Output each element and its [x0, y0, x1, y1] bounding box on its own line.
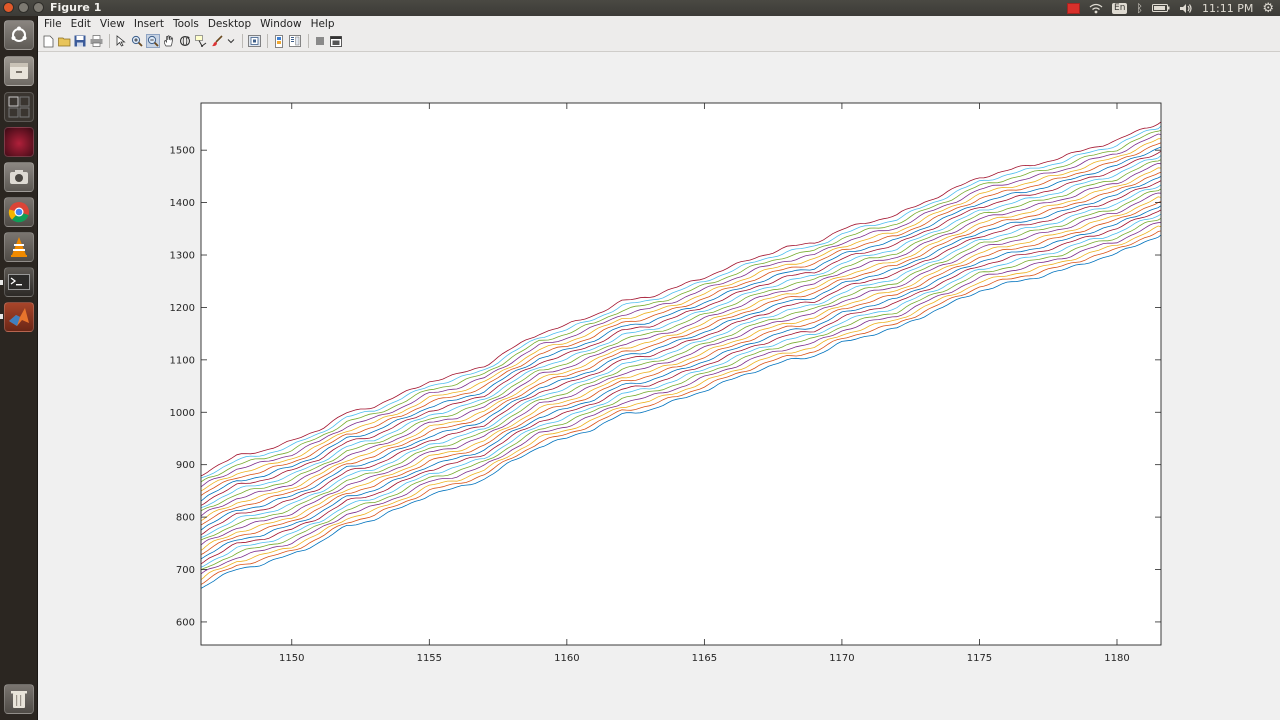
clock[interactable]: 11:11 PM — [1202, 2, 1253, 15]
minimize-window-button[interactable] — [18, 2, 29, 13]
menu-desktop[interactable]: Desktop — [208, 18, 251, 30]
indicator-area: En ᛒ 11:11 PM ⚙ — [1067, 0, 1274, 16]
record-icon[interactable] — [1067, 2, 1081, 14]
menu-file[interactable]: File — [44, 18, 62, 30]
maximize-window-button[interactable] — [33, 2, 44, 13]
image-viewer-icon[interactable] — [4, 127, 34, 157]
y-tick-label: 700 — [176, 565, 195, 576]
close-window-button[interactable] — [3, 2, 14, 13]
y-tick-label: 900 — [176, 460, 195, 471]
x-tick-label: 1155 — [417, 653, 442, 664]
menu-insert[interactable]: Insert — [134, 18, 164, 30]
figure-canvas[interactable]: 1150 1155 1160 1165 1170 1175 1180 600 700 800 90… — [38, 52, 1280, 716]
dock-figure-icon[interactable] — [329, 34, 343, 48]
open-file-icon[interactable] — [57, 34, 71, 48]
volume-icon[interactable] — [1179, 3, 1193, 14]
y-tick-label: 800 — [176, 513, 195, 524]
toolbar-separator — [242, 34, 243, 48]
line-plot[interactable]: 1150 1155 1160 1165 1170 1175 1180 600 700 800 90… — [38, 52, 1280, 716]
x-tick-label: 1180 — [1104, 653, 1129, 664]
legend-icon[interactable] — [272, 34, 286, 48]
x-tick-label: 1150 — [279, 653, 304, 664]
window-title: Figure 1 — [50, 1, 102, 14]
pan-icon[interactable] — [162, 34, 176, 48]
zoom-in-icon[interactable] — [130, 34, 144, 48]
link-plot-icon[interactable] — [226, 34, 236, 48]
y-tick-label: 600 — [176, 617, 195, 628]
battery-icon[interactable] — [1152, 3, 1170, 13]
screenshot-icon[interactable] — [4, 162, 34, 192]
menu-tools[interactable]: Tools — [173, 18, 199, 30]
menu-edit[interactable]: Edit — [71, 18, 91, 30]
file-manager-icon[interactable] — [4, 56, 34, 86]
matlab-icon[interactable] — [4, 302, 34, 332]
y-tick-label: 1500 — [170, 146, 195, 157]
figure-toolbar — [38, 31, 1280, 52]
y-tick-label: 1200 — [170, 303, 195, 314]
y-tick-label: 1300 — [170, 251, 195, 262]
data-cursor-icon[interactable] — [194, 34, 208, 48]
window-controls — [3, 2, 44, 13]
x-tick-label: 1175 — [967, 653, 992, 664]
terminal-icon[interactable] — [4, 267, 34, 297]
show-plot-tools-icon[interactable] — [313, 34, 327, 48]
axes-background[interactable] — [201, 103, 1161, 645]
trash-icon[interactable] — [4, 684, 34, 714]
menu-bar: File Edit View Insert Tools Desktop Wind… — [38, 16, 1280, 31]
zoom-out-icon[interactable] — [146, 34, 160, 48]
menu-view[interactable]: View — [100, 18, 125, 30]
hide-plot-tools-icon[interactable] — [288, 34, 302, 48]
toolbar-separator — [267, 34, 268, 48]
brush-icon[interactable] — [210, 34, 224, 48]
menu-help[interactable]: Help — [311, 18, 335, 30]
keyboard-language-indicator[interactable]: En — [1112, 2, 1128, 14]
y-tick-label: 1000 — [170, 408, 195, 419]
vlc-icon[interactable] — [4, 232, 34, 262]
toolbar-separator — [308, 34, 309, 48]
y-tick-label: 1400 — [170, 198, 195, 209]
bluetooth-icon[interactable]: ᛒ — [1136, 2, 1143, 15]
launcher — [0, 16, 38, 720]
toolbar-separator — [109, 34, 110, 48]
x-tick-label: 1170 — [829, 653, 854, 664]
save-icon[interactable] — [73, 34, 87, 48]
new-figure-icon[interactable] — [41, 34, 55, 48]
colorbar-icon[interactable] — [247, 34, 261, 48]
x-tick-label: 1165 — [692, 653, 717, 664]
select-arrow-icon[interactable] — [114, 34, 128, 48]
workspace-switcher-icon[interactable] — [4, 92, 34, 122]
top-panel: Figure 1 En ᛒ 11:11 PM ⚙ — [0, 0, 1280, 16]
menu-window[interactable]: Window — [260, 18, 301, 30]
x-tick-label: 1160 — [554, 653, 579, 664]
chrome-icon[interactable] — [4, 197, 34, 227]
ubuntu-dash-icon[interactable] — [4, 20, 34, 50]
y-tick-label: 1100 — [170, 355, 195, 366]
print-icon[interactable] — [89, 34, 103, 48]
wifi-icon[interactable] — [1089, 3, 1103, 14]
rotate-icon[interactable] — [178, 34, 192, 48]
gear-icon[interactable]: ⚙ — [1262, 1, 1274, 16]
